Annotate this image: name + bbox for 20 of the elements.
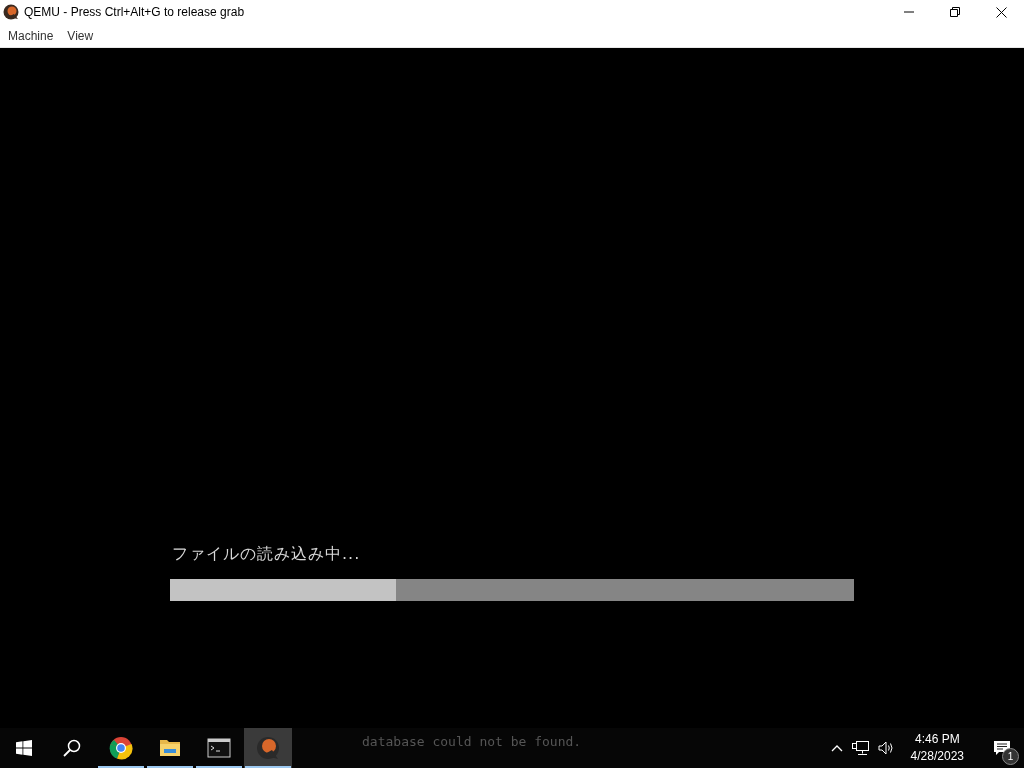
terminal-icon (207, 736, 231, 760)
loading-message: ファイルの読み込み中... (171, 544, 362, 565)
clock-button[interactable]: 4:46 PM 4/28/2023 (902, 731, 972, 765)
search-icon (63, 739, 81, 757)
chevron-up-icon (830, 744, 843, 752)
window-title: QEMU - Press Ctrl+Alt+G to release grab (24, 5, 245, 19)
notification-badge: 1 (1002, 748, 1019, 765)
network-icon (850, 740, 869, 756)
close-icon (995, 6, 1007, 18)
volume-icon (876, 740, 895, 756)
taskbar-app[interactable] (244, 728, 292, 768)
qemu-logo-icon (3, 4, 19, 20)
chrome-icon (109, 736, 133, 760)
notifications-button[interactable]: 1 (980, 728, 1024, 768)
qemu-logo-icon (256, 736, 280, 760)
windows-icon (16, 740, 32, 756)
menu-item[interactable]: View (61, 28, 100, 43)
console-text: database could not be found. (362, 734, 582, 749)
menu-item[interactable]: Machine (2, 28, 60, 43)
restore-icon (950, 7, 960, 17)
